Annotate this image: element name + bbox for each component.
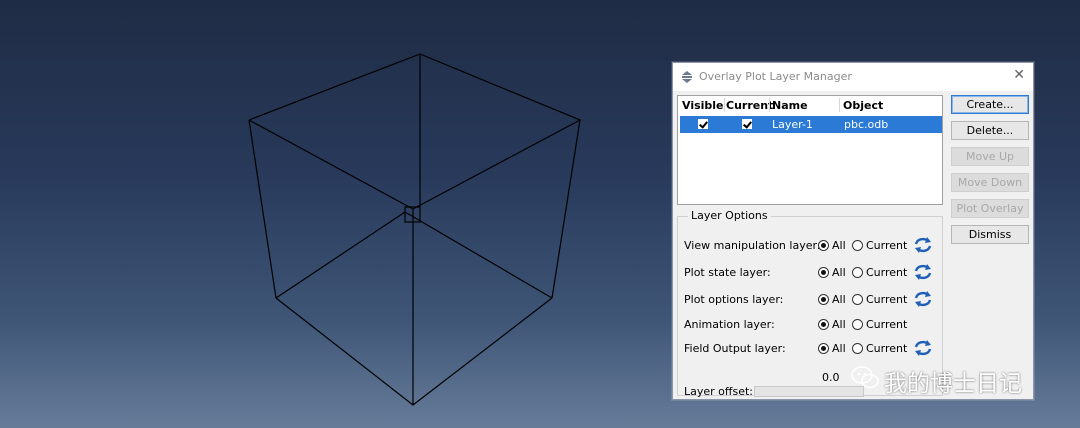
layer-offset-label: Layer offset: bbox=[684, 385, 753, 398]
current-checkbox[interactable] bbox=[742, 119, 752, 129]
column-header-object[interactable]: Object bbox=[843, 99, 883, 112]
field-output-layer-label: Field Output layer: bbox=[684, 342, 786, 355]
layer-manager-icon bbox=[682, 71, 692, 83]
plot-options-current-radio[interactable] bbox=[852, 294, 863, 305]
layer-options-legend: Layer Options bbox=[688, 209, 771, 222]
visible-checkbox[interactable] bbox=[698, 119, 708, 129]
animation-current-label: Current bbox=[866, 318, 908, 331]
column-divider bbox=[839, 98, 840, 112]
sync-icon[interactable] bbox=[913, 236, 933, 254]
layer-name-cell: Layer-1 bbox=[772, 118, 813, 131]
animation-current-radio[interactable] bbox=[852, 319, 863, 330]
column-divider bbox=[769, 98, 770, 112]
plot-overlay-button[interactable]: Plot Overlay bbox=[951, 199, 1029, 218]
move-up-button[interactable]: Move Up bbox=[951, 147, 1029, 166]
column-header-current[interactable]: Current bbox=[726, 99, 773, 112]
plot-options-all-label: All bbox=[832, 293, 846, 306]
close-icon[interactable]: ✕ bbox=[1013, 67, 1025, 83]
column-header-name[interactable]: Name bbox=[772, 99, 808, 112]
field-output-all-label: All bbox=[832, 342, 846, 355]
plot-options-all-radio[interactable] bbox=[818, 294, 829, 305]
plot-state-current-radio[interactable] bbox=[852, 267, 863, 278]
view-manipulation-all-label: All bbox=[832, 239, 846, 252]
animation-all-radio[interactable] bbox=[818, 319, 829, 330]
watermark: 我的博士日记 bbox=[822, 362, 1052, 398]
table-row[interactable]: Layer-1 pbc.odb bbox=[680, 116, 942, 133]
wireframe-cube bbox=[248, 53, 582, 406]
animation-layer-label: Animation layer: bbox=[684, 318, 775, 331]
dialog-title: Overlay Plot Layer Manager bbox=[699, 70, 852, 83]
field-output-current-radio[interactable] bbox=[852, 343, 863, 354]
delete-button[interactable]: Delete... bbox=[951, 121, 1029, 140]
overlay-plot-layer-manager-dialog: Overlay Plot Layer Manager ✕ Visible Cur… bbox=[672, 62, 1034, 400]
watermark-text: 我的博士日记 bbox=[884, 371, 1022, 397]
sync-icon[interactable] bbox=[913, 339, 933, 357]
view-manipulation-layer-label: View manipulation layer: bbox=[684, 239, 821, 252]
view-manipulation-current-label: Current bbox=[866, 239, 908, 252]
field-output-all-radio[interactable] bbox=[818, 343, 829, 354]
column-divider bbox=[724, 98, 725, 112]
plot-state-layer-label: Plot state layer: bbox=[684, 266, 771, 279]
dismiss-button[interactable]: Dismiss bbox=[951, 225, 1029, 244]
plot-state-all-label: All bbox=[832, 266, 846, 279]
column-header-visible[interactable]: Visible bbox=[682, 99, 724, 112]
view-manipulation-all-radio[interactable] bbox=[818, 240, 829, 251]
field-output-current-label: Current bbox=[866, 342, 908, 355]
chat-bubble-icon bbox=[851, 366, 879, 389]
layer-table[interactable]: Visible Current Name Object Layer-1 pbc.… bbox=[677, 95, 943, 205]
sync-icon[interactable] bbox=[913, 290, 933, 308]
plot-options-current-label: Current bbox=[866, 293, 908, 306]
plot-state-all-radio[interactable] bbox=[818, 267, 829, 278]
plot-options-layer-label: Plot options layer: bbox=[684, 293, 784, 306]
layer-object-cell: pbc.odb bbox=[844, 118, 889, 131]
dialog-titlebar[interactable]: Overlay Plot Layer Manager ✕ bbox=[673, 63, 1033, 91]
view-manipulation-current-radio[interactable] bbox=[852, 240, 863, 251]
sync-icon[interactable] bbox=[913, 263, 933, 281]
create-button[interactable]: Create... bbox=[951, 95, 1029, 114]
animation-all-label: All bbox=[832, 318, 846, 331]
move-down-button[interactable]: Move Down bbox=[951, 173, 1029, 192]
plot-state-current-label: Current bbox=[866, 266, 908, 279]
